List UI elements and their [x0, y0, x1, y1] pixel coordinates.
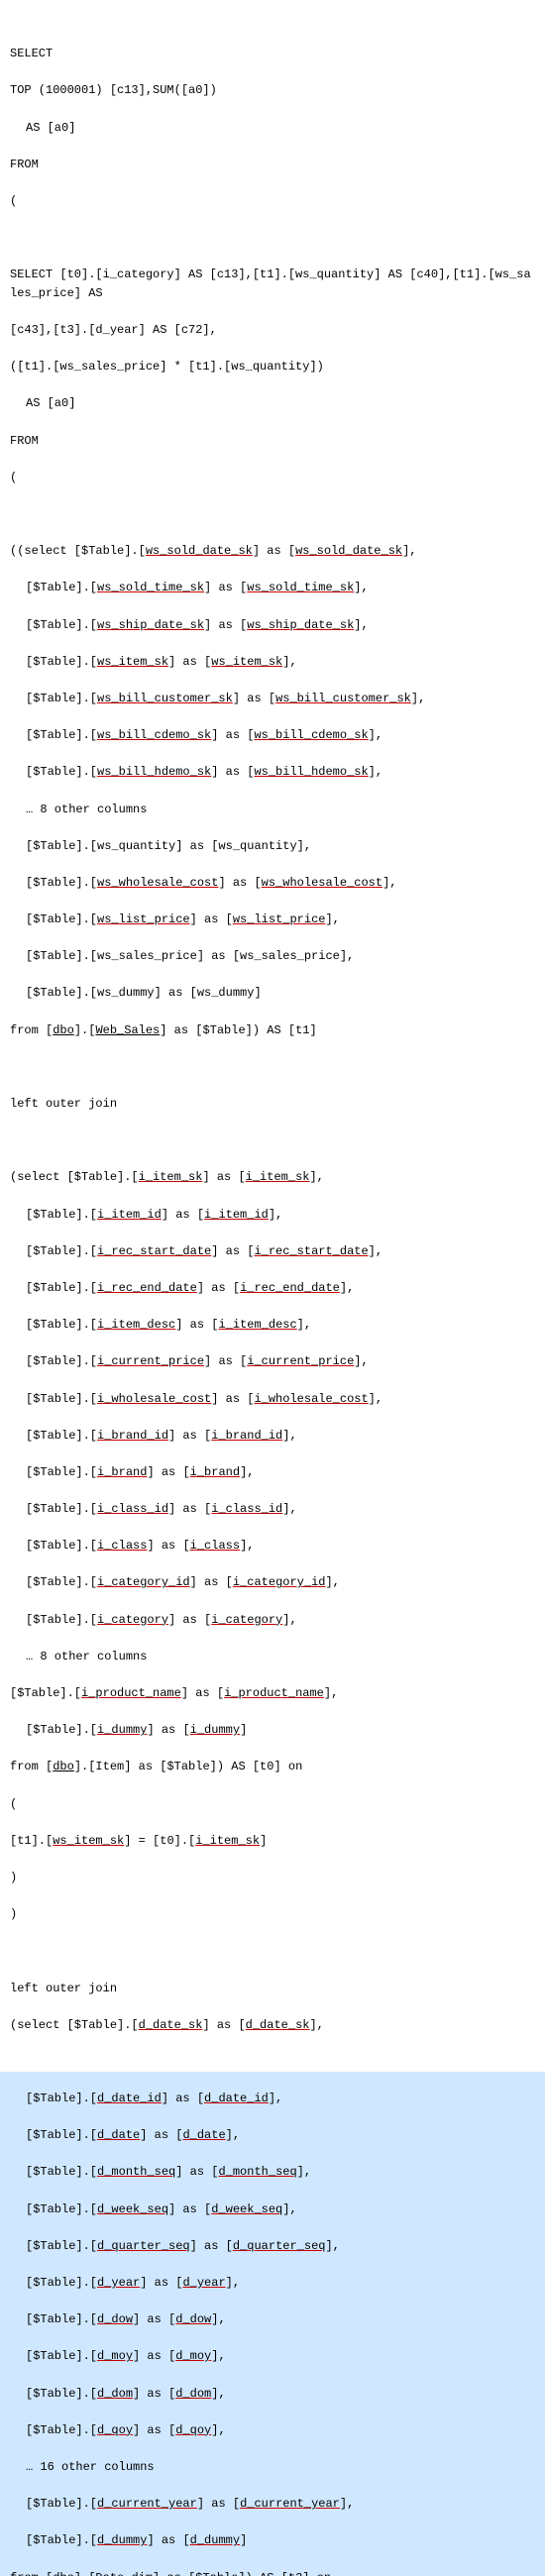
line-d-month-seq: [$Table].[d_month_seq] as [d_month_seq],	[10, 2163, 535, 2182]
line-8-other-item: … 8 other columns	[10, 1648, 535, 1666]
line-i-rec-start-date: [$Table].[i_rec_start_date] as [i_rec_st…	[10, 1242, 535, 1261]
sql-code-block: SELECT TOP (1000001) [c13],SUM([a0]) AS …	[0, 0, 545, 2576]
line-16-other-date: … 16 other columns	[10, 2458, 535, 2477]
line-ws-ship-date: [$Table].[ws_ship_date_sk] as [ws_ship_d…	[10, 616, 535, 635]
line-i-dummy: [$Table].[i_dummy] as [i_dummy]	[10, 1721, 535, 1740]
line-i-brand: [$Table].[i_brand] as [i_brand],	[10, 1463, 535, 1482]
line-select-outer: SELECT	[10, 45, 535, 63]
line-ws-sold-time: [$Table].[ws_sold_time_sk] as [ws_sold_t…	[10, 579, 535, 597]
line-from-dbo-web-sales: from [dbo].[Web_Sales] as [$Table]) AS […	[10, 1021, 535, 1040]
line-i-category-id: [$Table].[i_category_id] as [i_category_…	[10, 1573, 535, 1592]
line-d-dummy: [$Table].[d_dummy] as [d_dummy]	[10, 2531, 535, 2550]
line-blank-2	[10, 505, 535, 524]
line-select-table: ((select [$Table].[ws_sold_date_sk] as […	[10, 542, 535, 561]
line-ws-bill-cdemo: [$Table].[ws_bill_cdemo_sk] as [ws_bill_…	[10, 726, 535, 745]
line-i-item-id: [$Table].[i_item_id] as [i_item_id],	[10, 1206, 535, 1225]
line-d-moy: [$Table].[d_moy] as [d_moy],	[10, 2347, 535, 2366]
line-join-condition-item: [t1].[ws_item_sk] = [t0].[i_item_sk]	[10, 1832, 535, 1851]
line-blank-4	[10, 1131, 535, 1150]
line-ws-list-price: [$Table].[ws_list_price] as [ws_list_pri…	[10, 911, 535, 929]
line-blank-3	[10, 1058, 535, 1077]
line-d-date-id: [$Table].[d_date_id] as [d_date_id],	[10, 2090, 535, 2108]
line-ws-wholesale-cost: [$Table].[ws_wholesale_cost] as [ws_whol…	[10, 874, 535, 893]
line-from-outer: FROM	[10, 156, 535, 174]
line-top: TOP (1000001) [c13],SUM([a0])	[10, 81, 535, 100]
line-select-item: (select [$Table].[i_item_sk] as [i_item_…	[10, 1168, 535, 1187]
line-8-other-web-sales: … 8 other columns	[10, 801, 535, 819]
line-i-class-id: [$Table].[i_class_id] as [i_class_id],	[10, 1500, 535, 1519]
line-paren-open-inner: (	[10, 469, 535, 487]
line-d-current-year: [$Table].[d_current_year] as [d_current_…	[10, 2495, 535, 2514]
line-ws-item-sk: [$Table].[ws_item_sk] as [ws_item_sk],	[10, 653, 535, 672]
line-select-date: (select [$Table].[d_date_sk] as [d_date_…	[10, 2016, 535, 2035]
line-from-dbo-item: from [dbo].[Item] as [$Table]) AS [t0] o…	[10, 1758, 535, 1776]
line-blank-5	[10, 1942, 535, 1961]
line-i-wholesale-cost: [$Table].[i_wholesale_cost] as [i_wholes…	[10, 1390, 535, 1409]
line-highlight-block: [$Table].[d_date_id] as [d_date_id], [$T…	[0, 2072, 545, 2576]
line-ws-sales-price: [$Table].[ws_sales_price] as [ws_sales_p…	[10, 947, 535, 966]
line-d-qoy: [$Table].[d_qoy] as [d_qoy],	[10, 2421, 535, 2440]
line-d-dow: [$Table].[d_dow] as [d_dow],	[10, 2310, 535, 2329]
line-i-item-desc: [$Table].[i_item_desc] as [i_item_desc],	[10, 1316, 535, 1335]
line-from-inner: FROM	[10, 432, 535, 451]
line-ws-bill-hdemo: [$Table].[ws_bill_hdemo_sk] as [ws_bill_…	[10, 763, 535, 782]
line-as-a0-inner: AS [a0]	[10, 394, 535, 413]
line-ws-quantity: [$Table].[ws_quantity] as [ws_quantity],	[10, 837, 535, 856]
line-i-brand-id: [$Table].[i_brand_id] as [i_brand_id],	[10, 1427, 535, 1446]
line-as-a0-outer: AS [a0]	[10, 119, 535, 138]
line-select-inner: SELECT [t0].[i_category] AS [c13],[t1].[…	[10, 266, 535, 302]
line-ws-dummy: [$Table].[ws_dummy] as [ws_dummy]	[10, 984, 535, 1003]
line-paren-open-outer: (	[10, 192, 535, 211]
line-i-product-name: [$Table].[i_product_name] as [i_product_…	[10, 1684, 535, 1703]
line-d-year: [$Table].[d_year] as [d_year],	[10, 2274, 535, 2293]
line-d-date: [$Table].[d_date] as [d_date],	[10, 2126, 535, 2145]
line-paren-close-1: )	[10, 1869, 535, 1887]
line-d-week-seq: [$Table].[d_week_seq] as [d_week_seq],	[10, 2200, 535, 2219]
line-from-dbo-date-dim: from [dbo].[Date_dim] as [$Table]) AS [t…	[10, 2569, 535, 2576]
line-blank-1	[10, 229, 535, 248]
line-i-category: [$Table].[i_category] as [i_category],	[10, 1611, 535, 1630]
line-d-quarter-seq: [$Table].[d_quarter_seq] as [d_quarter_s…	[10, 2237, 535, 2256]
line-i-rec-end-date: [$Table].[i_rec_end_date] as [i_rec_end_…	[10, 1279, 535, 1298]
line-paren-open-on: (	[10, 1795, 535, 1814]
line-left-outer-join-2: left outer join	[10, 1980, 535, 1998]
line-left-outer-join-1: left outer join	[10, 1095, 535, 1114]
line-d-dom: [$Table].[d_dom] as [d_dom],	[10, 2385, 535, 2404]
line-select-inner-2: [c43],[t3].[d_year] AS [c72],	[10, 321, 535, 340]
line-i-current-price: [$Table].[i_current_price] as [i_current…	[10, 1352, 535, 1371]
line-ws-bill-customer: [$Table].[ws_bill_customer_sk] as [ws_bi…	[10, 690, 535, 708]
line-paren-close-2: )	[10, 1905, 535, 1924]
line-ws-sales-price-calc: ([t1].[ws_sales_price] * [t1].[ws_quanti…	[10, 358, 535, 376]
line-i-class: [$Table].[i_class] as [i_class],	[10, 1537, 535, 1556]
